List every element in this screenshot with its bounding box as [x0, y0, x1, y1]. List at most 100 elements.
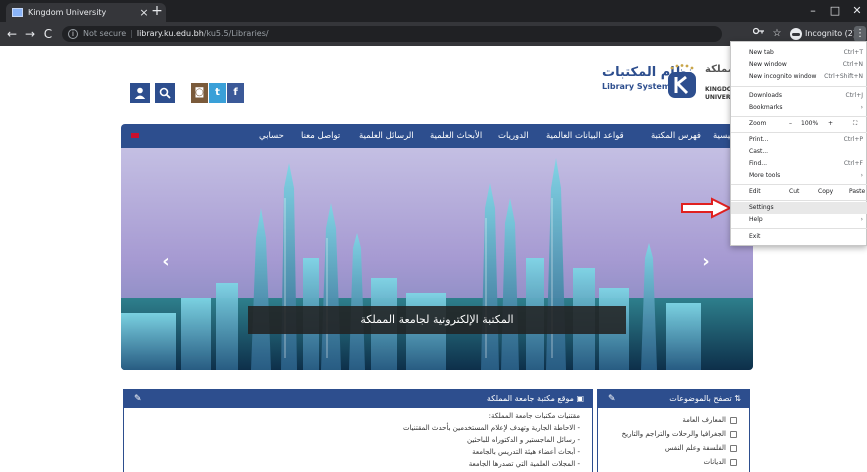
topic-label: الجغرافيا والرحلات والتراجم والتاريخ — [621, 430, 726, 438]
nav-item-contact[interactable]: تواصل معنا — [301, 124, 340, 148]
menu-item-find[interactable]: Find... Ctrl+F — [731, 158, 867, 170]
library-info-title-text: موقع مكتبة جامعة المملكة — [486, 394, 574, 403]
menu-shortcut: Ctrl+P — [843, 136, 863, 143]
menu-item-more-tools[interactable]: More tools › — [731, 170, 867, 182]
menu-label: Downloads — [749, 92, 782, 99]
book-icon: ▣ — [576, 394, 584, 403]
slider-prev-icon[interactable]: ‹ — [159, 252, 173, 272]
nav-item-research[interactable]: الأبحاث العلمية — [430, 124, 482, 148]
chrome-menu-icon[interactable]: ⋮ — [854, 26, 866, 42]
nav-item-periodicals[interactable]: الدوريات — [498, 124, 529, 148]
user-icon[interactable] — [130, 83, 150, 103]
browse-topics-title-text: تصفح بالموضوعات — [669, 394, 732, 403]
library-info-line: مقتنيات مكتبات جامعة المملكة: — [488, 412, 580, 420]
nav-item-account[interactable]: حسابي — [259, 124, 284, 148]
topic-link[interactable]: الفلسفة وعلم النفس — [665, 444, 737, 452]
nav-item-catalog[interactable]: فهرس المكتبة — [651, 124, 701, 148]
menu-separator — [731, 116, 867, 117]
topic-label: الديانات — [703, 458, 726, 466]
incognito-indicator[interactable]: Incognito (2) — [790, 26, 856, 42]
menu-label: Cast... — [749, 148, 769, 155]
back-icon[interactable]: ← — [4, 26, 20, 42]
browse-topics-box: ✎ تصفح بالموضوعات ⇅ المعارف العامة الجغر… — [597, 389, 750, 472]
browser-tab-strip: Kingdom University × + – □ ✕ — [0, 0, 867, 22]
site-info-icon[interactable]: i — [68, 28, 78, 39]
fullscreen-icon[interactable]: ⛶ — [853, 118, 857, 130]
incognito-icon — [790, 27, 802, 40]
pin-icon: ✎ — [134, 394, 142, 404]
menu-shortcut: Ctrl+T — [843, 49, 863, 56]
twitter-icon[interactable]: t — [209, 83, 226, 103]
bookmark-star-icon[interactable]: ☆ — [770, 26, 784, 42]
tab-close-icon[interactable]: × — [137, 3, 151, 22]
menu-label: Exit — [749, 233, 761, 240]
key-icon[interactable] — [752, 26, 766, 42]
zoom-in-button[interactable]: + — [828, 118, 833, 130]
submenu-arrow-icon: › — [860, 216, 863, 223]
menu-separator — [731, 200, 867, 201]
omnibox-separator: | — [130, 29, 133, 38]
menu-item-downloads[interactable]: Downloads Ctrl+J — [731, 90, 867, 102]
menu-item-cast[interactable]: Cast... — [731, 146, 867, 158]
slider-next-icon[interactable]: › — [699, 252, 713, 272]
menu-item-new-window[interactable]: New window Ctrl+N — [731, 59, 867, 71]
annotation-arrow-icon — [681, 197, 732, 219]
facebook-icon[interactable]: f — [227, 83, 244, 103]
library-info-box: ✎ موقع مكتبة جامعة المملكة ▣ مقتنيات مكت… — [123, 389, 593, 472]
menu-label: New incognito window — [749, 73, 817, 80]
document-icon — [730, 430, 737, 438]
language-flag-icon[interactable] — [131, 133, 139, 138]
menu-label: Zoom — [749, 120, 767, 127]
forward-icon[interactable]: → — [22, 26, 38, 42]
topic-link[interactable]: الجغرافيا والرحلات والتراجم والتاريخ — [622, 430, 737, 438]
menu-separator — [731, 86, 867, 87]
url-path: /ku5.5/Libraries/ — [203, 29, 269, 38]
menu-item-new-tab[interactable]: New tab Ctrl+T — [731, 47, 867, 59]
cut-button[interactable]: Cut — [789, 186, 799, 198]
nav-item-theses[interactable]: الرسائل العلمية — [359, 124, 414, 148]
menu-item-edit: Edit Cut Copy Paste — [731, 186, 867, 198]
topic-link[interactable]: المعارف العامة — [682, 416, 737, 424]
zoom-level: 100% — [801, 120, 819, 127]
menu-item-new-incognito[interactable]: New incognito window Ctrl+Shift+N — [731, 71, 867, 83]
library-info-line: - الاحاطة الجارية وتهدف لإعلام المستخدمي… — [402, 424, 580, 432]
window-close-icon[interactable]: ✕ — [850, 4, 864, 18]
menu-separator — [731, 184, 867, 185]
menu-item-settings[interactable]: Settings — [731, 202, 867, 214]
security-label: Not secure — [83, 29, 127, 38]
new-tab-button[interactable]: + — [150, 3, 164, 19]
menu-item-help[interactable]: Help › — [731, 214, 867, 226]
nav-item-databases[interactable]: قواعد البيانات العالمية — [546, 124, 624, 148]
menu-label: New tab — [749, 49, 774, 56]
minimize-icon[interactable]: – — [806, 4, 820, 18]
topic-link[interactable]: الديانات — [703, 458, 737, 466]
menu-shortcut: Ctrl+F — [843, 160, 863, 167]
url-host: library.ku.edu.bh — [136, 29, 204, 38]
address-bar[interactable]: i Not secure | library.ku.edu.bh/ku5.5/Libr… — [62, 26, 722, 42]
slider-caption: المكتبة الإلكترونية لجامعة المملكة — [248, 306, 626, 334]
menu-label: Settings — [749, 204, 774, 211]
menu-label: Print... — [749, 136, 769, 143]
maximize-icon[interactable]: □ — [828, 4, 842, 18]
zoom-out-button[interactable]: – — [789, 118, 792, 130]
menu-item-exit[interactable]: Exit — [731, 231, 867, 243]
library-info-line: - رسائل الماجستير و الدكتوراه للباحثين — [467, 436, 580, 444]
browser-tab[interactable]: Kingdom University × — [6, 3, 166, 22]
search-icon[interactable] — [155, 83, 175, 103]
logo-title-english: Library System — [602, 82, 671, 91]
instagram-icon[interactable]: ◙ — [191, 83, 208, 103]
menu-separator — [731, 132, 867, 133]
menu-label: Edit — [749, 188, 761, 195]
paste-button[interactable]: Paste — [849, 186, 865, 198]
document-icon — [730, 444, 737, 452]
library-info-line: - أبحاث أعضاء هيئة التدريس بالجامعة — [472, 448, 580, 456]
menu-item-print[interactable]: Print... Ctrl+P — [731, 134, 867, 146]
browse-topics-header: ✎ تصفح بالموضوعات ⇅ — [598, 390, 749, 408]
submenu-arrow-icon: › — [860, 104, 863, 111]
library-info-header: ✎ موقع مكتبة جامعة المملكة ▣ — [124, 390, 592, 408]
menu-item-bookmarks[interactable]: Bookmarks › — [731, 102, 867, 114]
topic-label: المعارف العامة — [682, 416, 726, 424]
library-info-line: - المجلات العلمية التي تصدرها الجامعة — [468, 460, 580, 468]
copy-button[interactable]: Copy — [818, 186, 833, 198]
reload-icon[interactable]: C — [40, 26, 56, 42]
